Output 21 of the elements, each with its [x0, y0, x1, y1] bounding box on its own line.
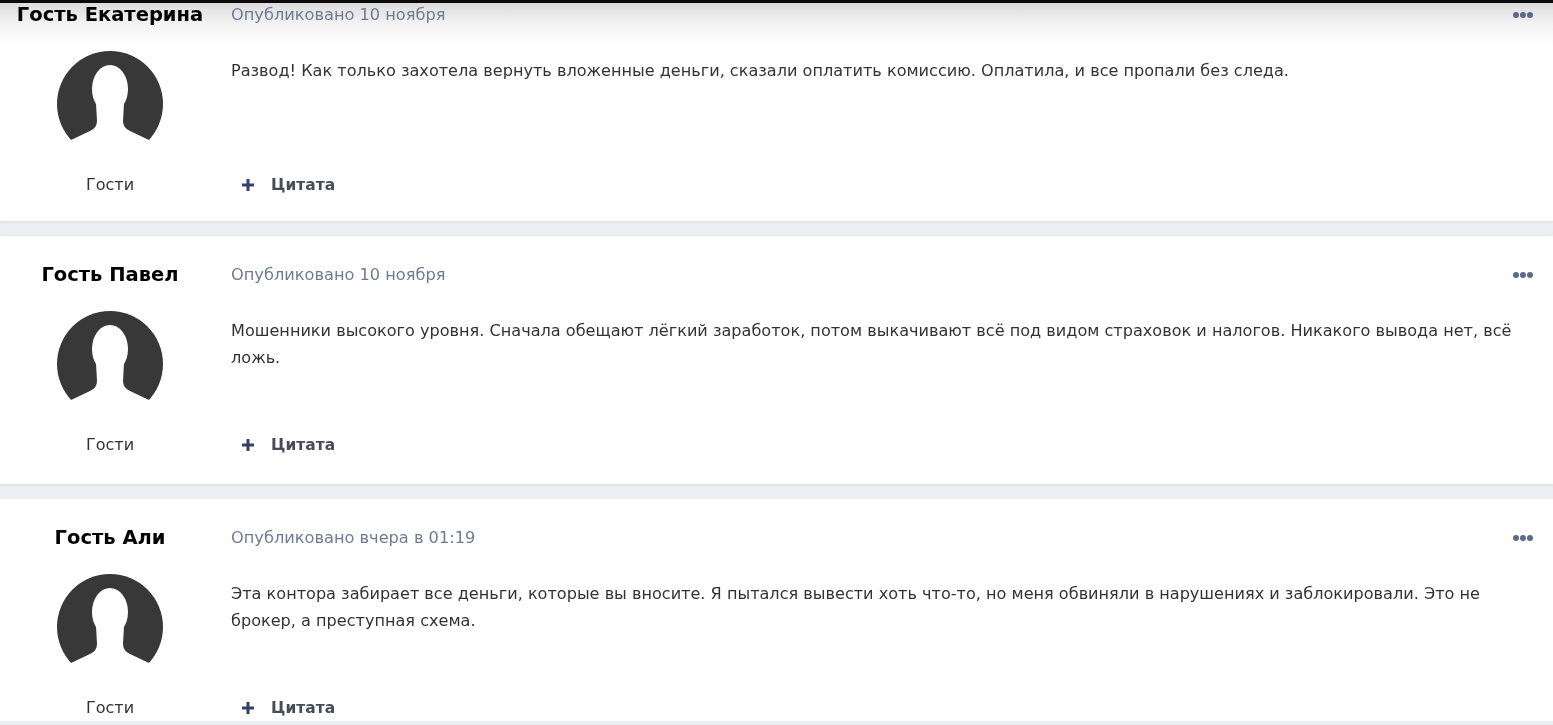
more-options-icon[interactable]: [1513, 535, 1533, 541]
user-group: Гости: [85, 697, 135, 719]
post-text: Мошенники высокого уровня. Сначала обещают лёгкий заработок, потом выкачивают всё под видом страховок и налогов. Никакого вывода нет, всё ложь.: [231, 320, 1513, 369]
plus-icon: [242, 179, 254, 191]
plus-icon: [242, 702, 254, 714]
author-name[interactable]: Гость Али: [54, 526, 166, 550]
more-options-icon[interactable]: [1513, 272, 1533, 278]
post-date: Опубликовано вчера в 01:19: [231, 527, 476, 549]
post-text: Развод! Как только захотела вернуть вложенные деньги, сказали оплатить комиссию. Оплатила, и все пропали без следа.: [231, 60, 1290, 82]
author-name[interactable]: Гость Екатерина: [16, 3, 204, 27]
quote-button[interactable]: Цитата: [231, 174, 336, 196]
user-group: Гости: [85, 434, 135, 456]
post-date: Опубликовано 10 ноября: [231, 264, 446, 286]
post-text: Эта контора забирает все деньги, которые вы вносите. Я пытался вывести хоть что-то, но меня обвиняли в нарушениях и заблокировали. Это не брокер, а преступная схема.: [231, 583, 1481, 632]
more-options-icon[interactable]: [1513, 12, 1533, 18]
quote-button[interactable]: Цитата: [231, 697, 336, 719]
plus-icon: [242, 439, 254, 451]
quote-button[interactable]: Цитата: [231, 434, 336, 456]
author-name[interactable]: Гость Павел: [41, 263, 179, 287]
user-group: Гости: [85, 174, 135, 196]
post-date: Опубликовано 10 ноября: [231, 4, 446, 26]
